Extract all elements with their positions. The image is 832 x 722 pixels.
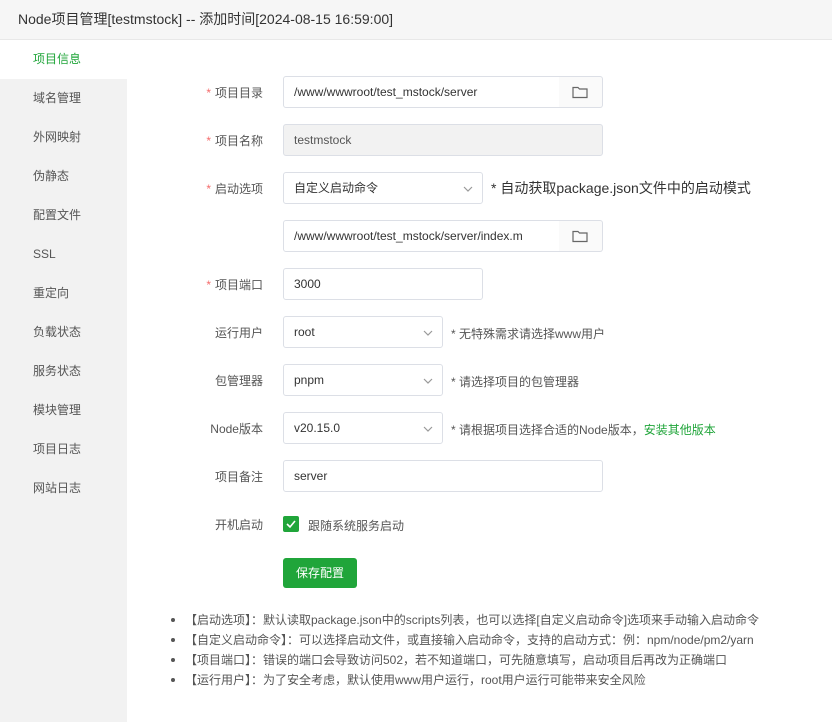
sidebar: 项目信息 域名管理 外网映射 伪静态 配置文件 SSL 重定向 负载状态 服务状…: [0, 40, 127, 722]
node-version-select[interactable]: v20.15.0: [283, 412, 443, 444]
chevron-down-icon: [423, 330, 433, 336]
list-item: 【项目端口】：错误的端口会导致访问502，若不知道端口，可先随意填写，启动项目后…: [171, 650, 831, 670]
pkg-manager-hint: * 请选择项目的包管理器: [451, 375, 580, 389]
main-panel: * 项目目录 /www/wwwroot/test_mstock/server * 项…: [127, 40, 832, 722]
sidebar-item-config-file[interactable]: 配置文件: [0, 196, 127, 235]
project-name-input: testmstock: [283, 124, 603, 156]
sidebar-item-service-status[interactable]: 服务状态: [0, 352, 127, 391]
sidebar-item-redirect[interactable]: 重定向: [0, 274, 127, 313]
notes-list: 【启动选项】：默认读取package.json中的scripts列表，也可以选择…: [171, 610, 831, 690]
run-user-label: 运行用户: [214, 326, 263, 340]
project-name-label: * 项目名称: [206, 134, 263, 148]
sidebar-item-external-mapping[interactable]: 外网映射: [0, 118, 127, 157]
sidebar-item-rewrite[interactable]: 伪静态: [0, 157, 127, 196]
port-input[interactable]: 3000: [283, 268, 483, 300]
run-user-select[interactable]: root: [283, 316, 443, 348]
pkg-manager-value: pnpm: [294, 373, 325, 387]
node-version-value: v20.15.0: [294, 421, 341, 435]
start-option-select[interactable]: 自定义启动命令: [283, 172, 483, 204]
node-version-label: Node版本: [210, 422, 263, 436]
sidebar-item-modules[interactable]: 模块管理: [0, 391, 127, 430]
run-user-hint: * 无特殊需求请选择www用户: [451, 327, 606, 341]
list-item: 【自定义启动命令】：可以选择启动文件，或直接输入启动命令，支持的启动方式：例：n…: [171, 630, 831, 650]
pkg-manager-label: 包管理器: [214, 374, 263, 388]
run-user-value: root: [294, 325, 315, 339]
node-version-hint: * 请根据项目选择合适的Node版本，安装其他版本: [451, 423, 716, 437]
chevron-down-icon: [423, 426, 433, 432]
list-item: 【运行用户】：为了安全考虑，默认使用www用户运行，root用户运行可能带来安全…: [171, 670, 831, 690]
autostart-label: 开机启动: [214, 518, 263, 532]
remark-input[interactable]: server: [283, 460, 603, 492]
sidebar-item-project-log[interactable]: 项目日志: [0, 430, 127, 469]
check-icon: [286, 520, 296, 529]
start-option-label: * 启动选项: [206, 182, 263, 196]
start-file-input[interactable]: /www/wwwroot/test_mstock/server/index.m: [283, 220, 560, 252]
port-label: * 项目端口: [206, 278, 263, 292]
save-config-button[interactable]: 保存配置: [283, 558, 357, 588]
sidebar-item-ssl[interactable]: SSL: [0, 235, 127, 274]
folder-icon: [572, 86, 588, 99]
start-option-hint: * 自动获取package.json文件中的启动模式: [491, 180, 751, 196]
title-bar: Node项目管理[testmstock] -- 添加时间[2024-08-15 …: [0, 0, 832, 40]
folder-icon: [572, 230, 588, 243]
project-dir-input[interactable]: /www/wwwroot/test_mstock/server: [283, 76, 560, 108]
list-item: 【启动选项】：默认读取package.json中的scripts列表，也可以选择…: [171, 610, 831, 630]
sidebar-item-load-status[interactable]: 负载状态: [0, 313, 127, 352]
window-title: Node项目管理[testmstock] -- 添加时间[2024-08-15 …: [18, 11, 394, 27]
project-dir-browse-button[interactable]: [559, 76, 603, 108]
sidebar-item-project-info[interactable]: 项目信息: [0, 40, 127, 79]
sidebar-item-site-log[interactable]: 网站日志: [0, 469, 127, 508]
chevron-down-icon: [423, 378, 433, 384]
autostart-checkbox[interactable]: [283, 516, 299, 532]
start-option-value: 自定义启动命令: [294, 181, 379, 195]
install-other-version-link[interactable]: 安装其他版本: [644, 423, 716, 437]
sidebar-item-domain[interactable]: 域名管理: [0, 79, 127, 118]
chevron-down-icon: [463, 186, 473, 192]
remark-label: 项目备注: [214, 470, 263, 484]
start-file-browse-button[interactable]: [559, 220, 603, 252]
project-dir-label: * 项目目录: [206, 86, 263, 100]
pkg-manager-select[interactable]: pnpm: [283, 364, 443, 396]
autostart-checkbox-label[interactable]: 跟随系统服务启动: [308, 517, 404, 534]
